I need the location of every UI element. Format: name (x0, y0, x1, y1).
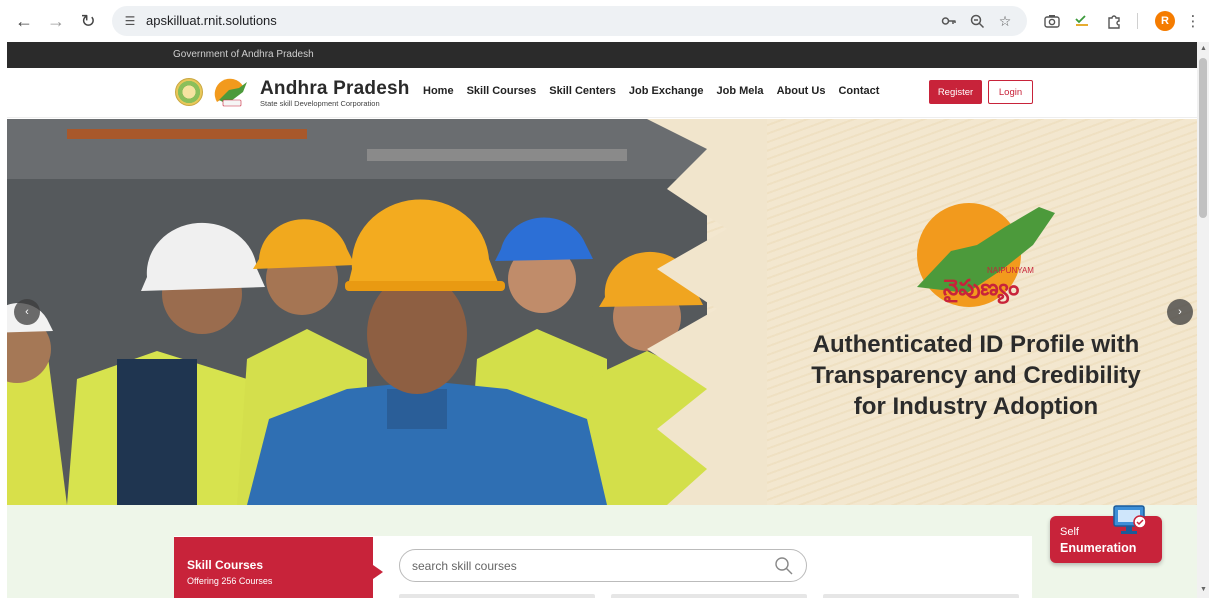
url-text[interactable]: apskilluat.rnit.solutions (146, 13, 277, 28)
carousel-next-icon[interactable]: › (1167, 299, 1193, 325)
nav-contact[interactable]: Contact (838, 85, 879, 97)
camera-icon[interactable] (1042, 11, 1062, 31)
web-page: Government of Andhra Pradesh Andhra Prad… (7, 42, 1197, 598)
hero-headline-line-3: for Industry Adoption (853, 393, 1099, 420)
register-button[interactable]: Register (929, 80, 982, 104)
extensions-puzzle-icon[interactable] (1104, 11, 1124, 31)
course-card-1[interactable] (399, 594, 595, 598)
workers-hero-image (7, 119, 767, 505)
search-input[interactable] (412, 558, 752, 574)
hero-headline-line-2: Transparency and Credibility (811, 362, 1141, 389)
hero-headline: Authenticated ID Profile with Transparen… (771, 329, 1181, 422)
hero-headline-line-1: Authenticated ID Profile with (812, 331, 1140, 358)
ap-emblem-logo[interactable] (175, 78, 203, 106)
bookmark-star-icon[interactable]: ☆ (996, 12, 1014, 30)
password-key-icon[interactable] (940, 12, 958, 30)
address-bar[interactable]: ☰ apskilluat.rnit.solutions ☆ (112, 6, 1027, 36)
scroll-up-icon[interactable]: ▲ (1200, 45, 1207, 52)
main-nav: Home Skill Courses Skill Centers Job Exc… (423, 85, 892, 97)
site-info-icon[interactable]: ☰ (122, 13, 138, 29)
computer-checklist-icon (1113, 505, 1147, 534)
browser-toolbar: ← → ↻ ☰ apskilluat.rnit.solutions ☆ R ⋮ (0, 0, 1209, 42)
nav-home[interactable]: Home (423, 85, 454, 97)
menu-kebab-icon[interactable]: ⋮ (1183, 11, 1203, 31)
brand-subtitle: State skill Development Corporation (260, 99, 380, 108)
reload-icon[interactable]: ↻ (76, 9, 100, 33)
skill-courses-title: Skill Courses (187, 558, 264, 572)
nav-skill-centers[interactable]: Skill Centers (549, 85, 616, 97)
search-icon[interactable] (774, 556, 794, 576)
nav-skill-courses[interactable]: Skill Courses (467, 85, 537, 97)
zoom-icon[interactable] (968, 12, 986, 30)
nav-about-us[interactable]: About Us (777, 85, 826, 97)
scroll-down-icon[interactable]: ▼ (1200, 586, 1207, 593)
login-button[interactable]: Login (988, 80, 1033, 104)
brand-title[interactable]: Andhra Pradesh (260, 78, 410, 100)
search-box (399, 549, 807, 582)
skill-courses-section: Skill Courses Offering 256 Courses (7, 505, 1197, 598)
skill-tab-pointer (373, 565, 383, 579)
scroll-thumb[interactable] (1199, 58, 1207, 218)
self-enumeration-line-2: Enumeration (1060, 541, 1137, 555)
nav-job-exchange[interactable]: Job Exchange (629, 85, 704, 97)
skill-courses-count: Offering 256 Courses (187, 576, 273, 586)
self-enumeration-line-1: Self (1060, 526, 1079, 538)
nav-job-mela[interactable]: Job Mela (716, 85, 763, 97)
forward-arrow-icon[interactable]: → (44, 9, 68, 33)
course-card-3[interactable] (823, 594, 1019, 598)
page-scrollbar[interactable]: ▲ ▼ (1197, 42, 1209, 598)
self-enumeration-button[interactable]: Self Enumeration (1050, 505, 1162, 563)
naipunyam-telugu-text: నైపుణ్యం (943, 276, 1019, 304)
carousel-prev-icon[interactable]: ‹ (14, 299, 40, 325)
back-arrow-icon[interactable]: ← (12, 9, 36, 33)
gov-topbar-text: Government of Andhra Pradesh (173, 49, 314, 60)
naipunyam-small-logo[interactable] (213, 76, 251, 108)
site-header: Andhra Pradesh State skill Development C… (7, 68, 1197, 118)
gov-topbar: Government of Andhra Pradesh (7, 42, 1197, 68)
course-card-2[interactable] (611, 594, 807, 598)
profile-avatar[interactable]: R (1155, 11, 1175, 31)
naipunyam-caption: NAIPUNYAM (987, 266, 1034, 275)
hero-carousel: NAIPUNYAM నైపుణ్యం Authenticated ID Prof… (7, 119, 1197, 505)
extension-check-icon[interactable] (1072, 11, 1092, 31)
naipunyam-logo: NAIPUNYAM నైపుణ్యం (917, 203, 1055, 307)
toolbar-separator (1137, 13, 1138, 29)
